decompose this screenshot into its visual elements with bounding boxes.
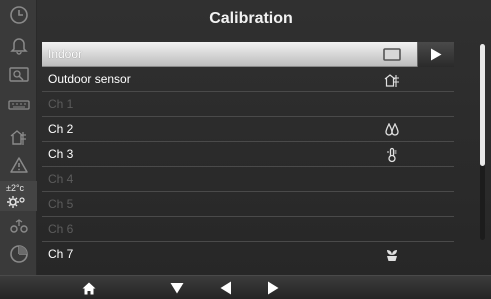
list-item-label: Ch 7: [48, 247, 74, 261]
main-panel: Calibration Indoor Outdoor sensor Ch 1 C…: [37, 0, 491, 275]
scrollbar-thumb[interactable]: [480, 44, 485, 166]
list-item-ch7[interactable]: Ch 7: [42, 242, 454, 267]
open-detail-button[interactable]: [417, 42, 454, 67]
play-arrow-icon: [431, 48, 442, 61]
down-button[interactable]: [167, 279, 187, 297]
bell-icon: [9, 38, 28, 55]
plant-pot-icon: [382, 246, 402, 263]
list-item-label: Outdoor sensor: [48, 72, 131, 86]
sidebar-item-sensors[interactable]: [0, 124, 37, 150]
list-item-label: Ch 4: [48, 172, 74, 186]
history-icon: [8, 67, 29, 82]
page-title: Calibration: [209, 10, 293, 27]
indoor-display-icon: [382, 46, 402, 63]
pie-chart-icon: [9, 245, 28, 263]
sidebar-item-alarm[interactable]: [0, 32, 37, 58]
wireless-sensors-icon: [9, 219, 28, 233]
weather-station-icon: [10, 130, 26, 145]
list-item-ch5: Ch 5: [42, 192, 454, 217]
list-item-indoor[interactable]: Indoor: [42, 42, 454, 67]
left-button[interactable]: [216, 279, 236, 297]
bottom-nav: [0, 275, 491, 299]
sidebar-item-wireless[interactable]: [0, 213, 37, 239]
keyboard-icon: [7, 100, 30, 110]
list-item-label: Ch 1: [48, 97, 74, 111]
sidebar: ±2°c: [0, 0, 37, 275]
right-button[interactable]: [263, 279, 283, 297]
home-button[interactable]: [79, 279, 99, 297]
down-arrow-icon: [170, 283, 184, 294]
sidebar-item-statistics[interactable]: [0, 241, 37, 267]
thermometer-icon: [382, 146, 402, 163]
list-item-label: Ch 6: [48, 222, 74, 236]
clock-icon: [9, 6, 28, 24]
sidebar-item-calibration[interactable]: ±2°c: [0, 181, 37, 211]
sidebar-item-alerts[interactable]: [0, 152, 37, 178]
list-item-ch6: Ch 6: [42, 217, 454, 242]
list-item-label: Ch 5: [48, 197, 74, 211]
sidebar-item-keyboard[interactable]: [0, 92, 37, 118]
water-drops-icon: [382, 121, 402, 138]
list-item-ch4: Ch 4: [42, 167, 454, 192]
sidebar-item-history[interactable]: [0, 62, 37, 88]
list-item-label: Indoor: [48, 47, 83, 61]
list-item-ch3[interactable]: Ch 3: [42, 142, 454, 167]
warning-icon: [9, 157, 28, 173]
sidebar-item-clock[interactable]: [0, 2, 37, 28]
outdoor-sensor-icon: [382, 71, 402, 88]
list-item-ch1: Ch 1: [42, 92, 454, 117]
list-item-outdoor-sensor[interactable]: Outdoor sensor: [42, 67, 454, 92]
calibration-settings-icon: [7, 196, 25, 208]
list-item-label: Ch 2: [48, 122, 74, 136]
left-arrow-icon: [220, 281, 231, 295]
list-item-label: Ch 3: [48, 147, 74, 161]
calibration-label: ±2°c: [6, 183, 25, 193]
scrollbar[interactable]: [480, 44, 485, 240]
right-arrow-icon: [268, 281, 279, 295]
home-icon: [82, 282, 96, 294]
list-item-ch2[interactable]: Ch 2: [42, 117, 454, 142]
